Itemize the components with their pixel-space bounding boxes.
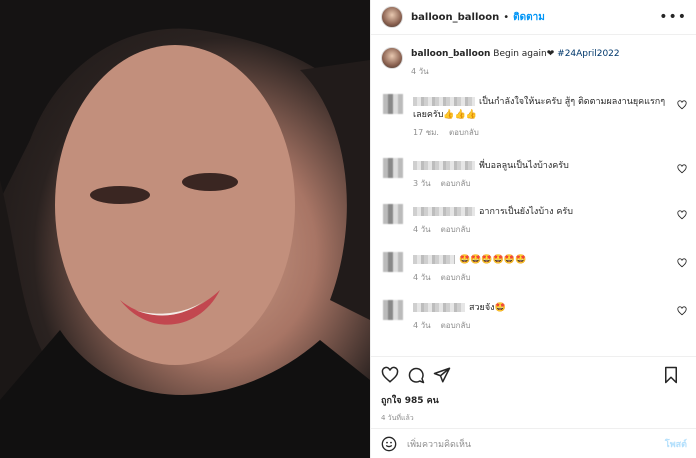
blurred-username xyxy=(413,303,465,312)
reply-button[interactable]: ตอบกลับ xyxy=(441,179,471,188)
reply-button[interactable]: ตอบกลับ xyxy=(441,273,471,282)
comment-avatar[interactable] xyxy=(383,204,403,224)
caption-text: Begin again❤ xyxy=(493,49,555,59)
comment-time: 3 วัน xyxy=(413,179,431,188)
comment-avatar[interactable] xyxy=(383,300,403,320)
comment-input[interactable]: เพิ่มความคิดเห็น xyxy=(407,437,471,451)
likes-count[interactable]: ถูกใจ 985 คน xyxy=(381,393,687,407)
comment-text: พี่บอลลูนเป็นไงบ้างครับ xyxy=(479,161,569,171)
caption-time: 4 วัน xyxy=(411,67,429,76)
follow-button[interactable]: ติดตาม xyxy=(513,10,545,25)
add-comment-bar: เพิ่มความคิดเห็น โพสต์ xyxy=(371,428,696,458)
more-options-icon[interactable]: ••• xyxy=(659,9,687,25)
avatar[interactable] xyxy=(381,6,403,28)
comment-icon[interactable] xyxy=(407,366,425,384)
share-icon[interactable] xyxy=(433,366,451,384)
post-panel: balloon_balloon • ติดตาม ••• balloon_bal… xyxy=(370,0,696,458)
caption-username[interactable]: balloon_balloon xyxy=(411,49,490,59)
blurred-username xyxy=(413,255,455,264)
photo-illustration xyxy=(0,0,370,458)
reply-button[interactable]: ตอบกลับ xyxy=(441,225,471,234)
reply-button[interactable]: ตอบกลับ xyxy=(449,128,479,137)
separator-dot: • xyxy=(503,11,510,23)
comment-like-icon[interactable] xyxy=(677,164,687,174)
post-photo[interactable] xyxy=(0,0,370,458)
comment-time: 17 ชม. xyxy=(413,128,439,137)
post-comment-button[interactable]: โพสต์ xyxy=(665,437,687,451)
comment-avatar[interactable] xyxy=(383,252,403,272)
caption-avatar[interactable] xyxy=(381,47,403,69)
post-actions: ถูกใจ 985 คน 4 วันที่แล้ว xyxy=(371,356,696,424)
comment-like-icon[interactable] xyxy=(677,258,687,268)
post-caption: balloon_balloon Begin again❤ #24April202… xyxy=(371,35,696,79)
comment-like-icon[interactable] xyxy=(677,100,687,110)
post-date: 4 วันที่แล้ว xyxy=(381,414,414,422)
comment-like-icon[interactable] xyxy=(677,306,687,316)
blurred-username xyxy=(413,97,475,106)
comment-text: อาการเป็นยังไงบ้าง ครับ xyxy=(479,207,573,217)
comment-like-icon[interactable] xyxy=(677,210,687,220)
emoji-icon[interactable] xyxy=(381,436,397,452)
bookmark-icon[interactable] xyxy=(663,366,679,384)
blurred-username xyxy=(413,207,475,216)
comment-avatar[interactable] xyxy=(383,158,403,178)
reply-button[interactable]: ตอบกลับ xyxy=(441,321,471,330)
comment-time: 4 วัน xyxy=(413,225,431,234)
comment-avatar[interactable] xyxy=(383,94,403,114)
caption-hashtag[interactable]: #24April2022 xyxy=(557,49,619,59)
heart-icon[interactable] xyxy=(381,366,399,384)
comment-time: 4 วัน xyxy=(413,273,431,282)
comment-text: 🤩🤩🤩🤩🤩🤩 xyxy=(459,255,527,265)
blurred-username xyxy=(413,161,475,170)
post-header: balloon_balloon • ติดตาม ••• xyxy=(371,0,696,35)
username[interactable]: balloon_balloon xyxy=(411,12,499,23)
comment-text: สวยจัง🤩 xyxy=(469,303,506,313)
comment-time: 4 วัน xyxy=(413,321,431,330)
